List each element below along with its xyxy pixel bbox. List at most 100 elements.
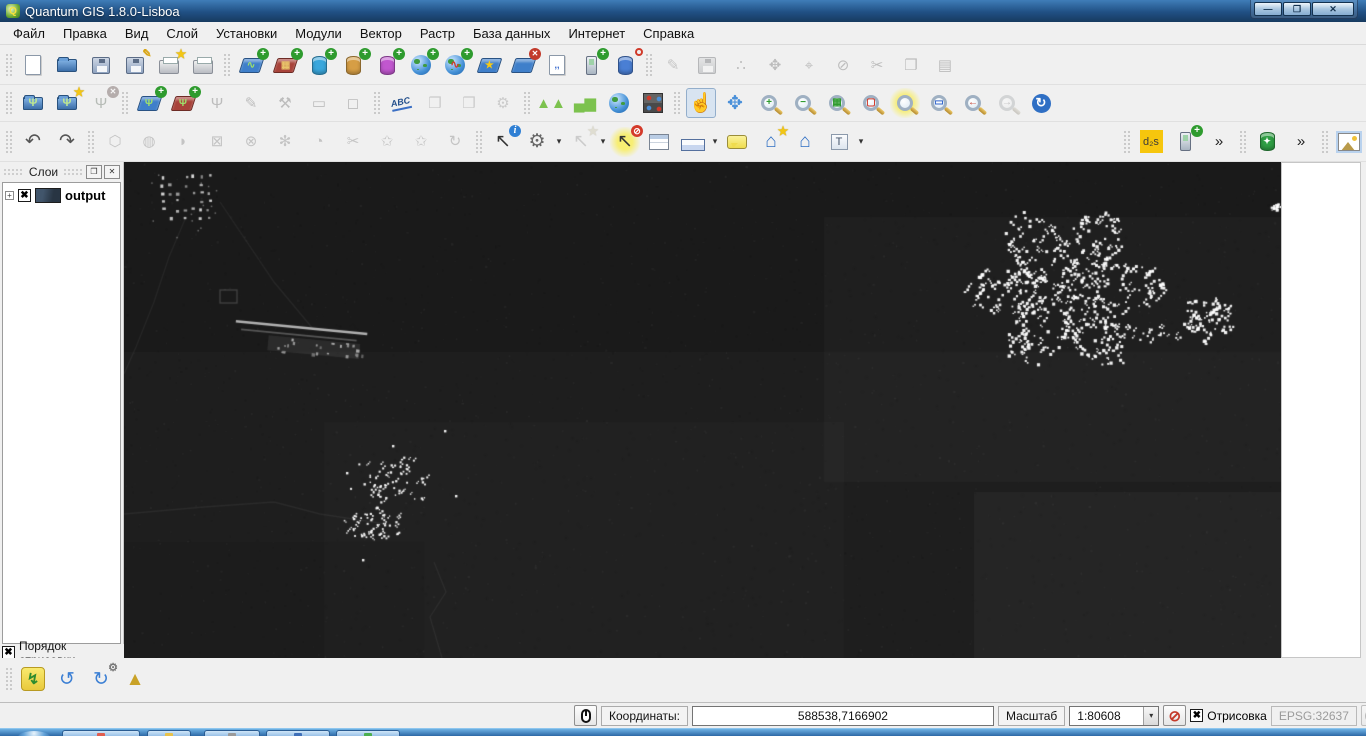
menu-layer[interactable]: Слой — [157, 23, 207, 44]
histogram-tool-icon[interactable]: ▄▆ — [570, 88, 600, 118]
open-project-icon[interactable] — [52, 50, 82, 80]
delete-selected-icon[interactable]: ⊘ — [828, 50, 858, 80]
capture-point-icon[interactable]: ∴ — [726, 50, 756, 80]
mouse-extent-button[interactable] — [574, 705, 597, 726]
map-tips-icon[interactable] — [722, 127, 752, 157]
print-composer-icon[interactable] — [188, 50, 218, 80]
rotate-feature-icon[interactable]: ↻ — [440, 127, 470, 157]
save-project-as-icon[interactable]: ✎ — [120, 48, 152, 80]
repair-plugin-icon[interactable]: ↻ ⚙ — [86, 662, 118, 694]
minimize-button[interactable]: — — [1254, 2, 1282, 16]
save-project-icon[interactable] — [86, 50, 116, 80]
add-wms-layer-icon[interactable]: + — [406, 48, 439, 80]
toolbar-handle[interactable] — [87, 129, 95, 154]
gps-tools-icon[interactable]: + — [576, 48, 609, 80]
simplify-feature-icon[interactable]: ⬡ — [100, 127, 130, 157]
rotate-point-symbols-icon[interactable]: ✻ — [270, 127, 300, 157]
title-bar[interactable]: Q Quantum GIS 1.8.0-Lisboa — ❐ ✕ — [0, 0, 1366, 22]
menu-view[interactable]: Вид — [116, 23, 158, 44]
add-spatialite-layer-icon[interactable]: + — [338, 48, 371, 80]
evis-plugin-icon[interactable]: ✦ — [1252, 127, 1282, 157]
merge-features-icon[interactable]: ✩ — [372, 127, 402, 157]
new-print-composer-icon[interactable]: ★ — [154, 48, 186, 80]
toolbar-handle[interactable] — [223, 53, 231, 77]
taskbar-app-5[interactable] — [336, 730, 400, 736]
delete-ring-icon[interactable]: ⊠ — [202, 127, 232, 157]
layer-row[interactable]: + ✖ output — [3, 183, 120, 203]
grass-edit-vector-icon[interactable]: Ψ — [202, 88, 232, 118]
zoom-to-selection-icon[interactable]: ▢ — [856, 88, 886, 118]
toolbar-handle[interactable] — [1239, 129, 1247, 154]
save-edits-icon[interactable] — [692, 50, 722, 80]
add-grass-raster-layer-icon[interactable]: Ψ + — [168, 86, 201, 118]
zoom-next-icon[interactable]: → — [992, 88, 1022, 118]
taskbar-app-2[interactable] — [147, 730, 191, 736]
undo-icon[interactable]: ↶ — [18, 127, 48, 157]
merge-attributes-icon[interactable]: ✩ — [406, 127, 436, 157]
grass-close-mapset-icon[interactable]: Ψ ✕ — [86, 86, 119, 118]
toolbar-overflow-icon[interactable]: » — [1204, 127, 1234, 157]
paste-features-icon[interactable]: ▤ — [930, 50, 960, 80]
cut-features-icon[interactable]: ✂ — [862, 50, 892, 80]
close-button[interactable]: ✕ — [1312, 2, 1354, 16]
toolbar-handle[interactable] — [5, 129, 13, 154]
coordinates-input[interactable]: 588538,7166902 — [691, 705, 994, 726]
scale-combo[interactable]: 1:80608 ▾ — [1069, 705, 1160, 726]
zoom-full-extent-icon[interactable]: ▦ — [822, 88, 852, 118]
delete-part-icon[interactable]: ⊗ — [236, 127, 266, 157]
taskbar-app-3[interactable] — [204, 730, 260, 736]
crs-button[interactable] — [1360, 705, 1366, 726]
north-arrow-decoration-icon[interactable]: ❒ — [454, 88, 484, 118]
toolbar-handle[interactable] — [5, 667, 13, 691]
text-annotation-dropdown[interactable]: ▾ — [856, 127, 866, 157]
zoom-actual-size-icon[interactable]: ▭ — [924, 88, 954, 118]
toolbar-handle[interactable] — [5, 53, 13, 77]
profile-tool-icon[interactable]: ▲▲ — [536, 88, 566, 118]
menu-help[interactable]: Справка — [634, 23, 703, 44]
dem-plugin-icon[interactable]: ▲ — [120, 664, 150, 694]
d2s-plugin-icon[interactable]: d₂s — [1136, 127, 1166, 157]
move-feature-icon[interactable]: ✥ — [760, 50, 790, 80]
copyright-decoration-icon[interactable]: ❒ — [420, 88, 450, 118]
toggle-editing-icon[interactable]: ✎ — [658, 50, 688, 80]
toolbar-handle[interactable] — [121, 91, 129, 115]
feature-action-dropdown[interactable]: ▾ — [554, 127, 564, 157]
remove-layer-icon[interactable]: ✕ — [508, 48, 541, 80]
layers-panel-header[interactable]: Слои ❐ ✕ — [0, 162, 123, 181]
add-postgis-layer-icon[interactable]: + — [304, 48, 337, 80]
select-features-icon[interactable]: ↖ ★ — [566, 125, 598, 157]
identify-icon[interactable]: ↖ i — [488, 124, 521, 157]
new-shapefile-layer-icon[interactable]: ★ — [474, 50, 504, 80]
scale-dropdown-button[interactable]: ▾ — [1143, 706, 1159, 725]
measure-icon[interactable] — [678, 127, 708, 157]
split-features-icon[interactable]: ✂ — [338, 127, 368, 157]
menu-database[interactable]: База данных — [464, 23, 559, 44]
add-ring-icon[interactable]: ◍ — [134, 127, 164, 157]
menu-file[interactable]: Файл — [4, 23, 54, 44]
feature-action-icon[interactable]: ⚙ — [522, 127, 552, 157]
plugin-installer-icon[interactable]: ↯ — [18, 664, 48, 694]
copy-features-icon[interactable]: ❐ — [896, 50, 926, 80]
menu-vector[interactable]: Вектор — [351, 23, 411, 44]
zoom-out-icon[interactable]: − — [788, 88, 818, 118]
toolbar-handle[interactable] — [373, 91, 381, 115]
measure-dropdown[interactable]: ▾ — [710, 127, 720, 157]
text-annotation-icon[interactable]: T — [824, 127, 854, 157]
select-features-dropdown[interactable]: ▾ — [598, 127, 608, 157]
taskbar-app-1[interactable] — [62, 730, 140, 736]
menu-web[interactable]: Интернет — [559, 23, 634, 44]
show-bookmarks-icon[interactable]: ⌂ — [790, 127, 820, 157]
menu-settings[interactable]: Установки — [207, 23, 286, 44]
map-canvas[interactable] — [124, 162, 1281, 658]
add-vector-layer-icon[interactable]: ∿ + — [236, 48, 269, 80]
menu-raster[interactable]: Растр — [411, 23, 464, 44]
add-part-icon[interactable]: ◗ — [168, 127, 198, 157]
zoom-in-icon[interactable]: + — [754, 88, 784, 118]
grass-region-icon[interactable]: ▭ — [304, 88, 334, 118]
grass-region-edit-icon[interactable]: ◻ — [338, 88, 368, 118]
openlayers-globe-icon[interactable] — [604, 88, 634, 118]
new-project-icon[interactable] — [18, 50, 48, 80]
toolbar-handle[interactable] — [1321, 129, 1329, 154]
deselect-features-icon[interactable]: ↖ ⊘ — [610, 124, 643, 157]
taskbar-app-4[interactable] — [266, 730, 330, 736]
